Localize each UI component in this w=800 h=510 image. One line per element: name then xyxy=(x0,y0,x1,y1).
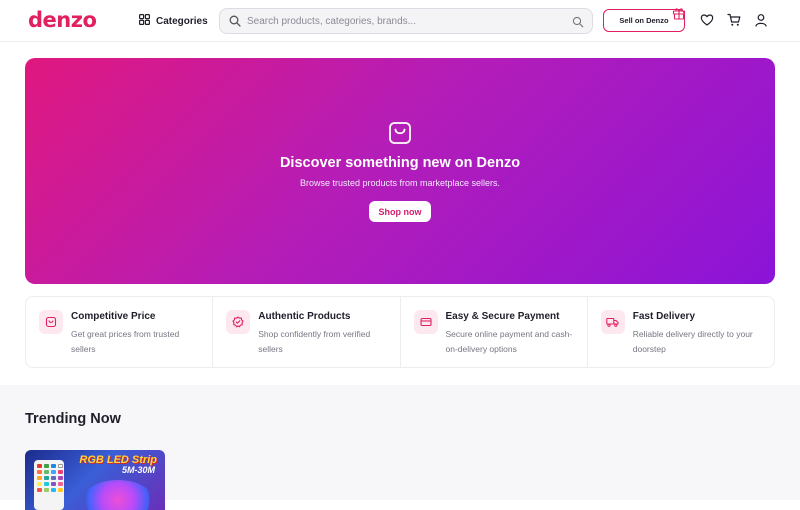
price-bag-icon xyxy=(39,310,63,334)
top-nav-bar: denzo Categories Sell on Denzo xyxy=(0,0,800,42)
led-strip-image xyxy=(83,480,153,510)
cart-icon[interactable] xyxy=(727,13,741,27)
heart-icon[interactable] xyxy=(700,13,714,27)
feature-description: Secure online payment and cash-on-delive… xyxy=(445,329,573,354)
grid-icon xyxy=(139,14,151,28)
user-icon[interactable] xyxy=(754,13,768,27)
verified-badge-icon xyxy=(226,310,251,334)
search-bar[interactable] xyxy=(219,8,593,34)
feature-fast-delivery: Fast Delivery Reliable delivery directly… xyxy=(588,297,774,367)
feature-competitive-price: Competitive Price Get great prices from … xyxy=(26,297,214,367)
hero-banner xyxy=(25,58,775,284)
feature-description: Shop confidently from verified sellers xyxy=(258,329,371,354)
feature-title: Easy & Secure Payment xyxy=(445,311,560,322)
feature-secure-payment: Easy & Secure Payment Secure online paym… xyxy=(401,297,588,367)
feature-title: Competitive Price xyxy=(71,311,156,322)
product-image-subtitle: 5M-30M xyxy=(121,465,155,475)
features-strip: Competitive Price Get great prices from … xyxy=(25,296,775,368)
credit-card-icon xyxy=(413,310,438,334)
logo-text: denzo xyxy=(28,8,97,32)
hero-title: Discover something new on Denzo xyxy=(279,155,521,171)
product-card[interactable]: RGB LED Strip 5M-30M xyxy=(25,450,165,510)
truck-icon xyxy=(600,310,625,334)
sell-button-label: Sell on Denzo xyxy=(619,16,669,25)
logo[interactable]: denzo xyxy=(28,7,97,33)
hero-subtitle: Browse trusted products from marketplace… xyxy=(299,178,501,188)
categories-button[interactable]: Categories xyxy=(139,12,208,30)
shop-now-button[interactable]: Shop now xyxy=(369,201,431,222)
feature-description: Get great prices from trusted sellers xyxy=(71,329,180,354)
search-input[interactable] xyxy=(247,15,567,27)
feature-title: Authentic Products xyxy=(258,311,351,322)
shop-now-label: Shop now xyxy=(378,206,422,217)
remote-control-image xyxy=(34,460,64,510)
feature-authentic-products: Authentic Products Shop confidently from… xyxy=(213,297,401,367)
feature-title: Fast Delivery xyxy=(632,311,696,322)
shopping-bag-icon xyxy=(387,120,413,151)
search-icon xyxy=(228,14,242,28)
camera-search-icon[interactable] xyxy=(572,15,584,28)
feature-description: Reliable delivery directly to your doors… xyxy=(632,329,753,354)
trending-title: Trending Now xyxy=(25,411,121,427)
categories-label: Categories xyxy=(156,15,208,27)
gift-icon xyxy=(672,6,686,20)
